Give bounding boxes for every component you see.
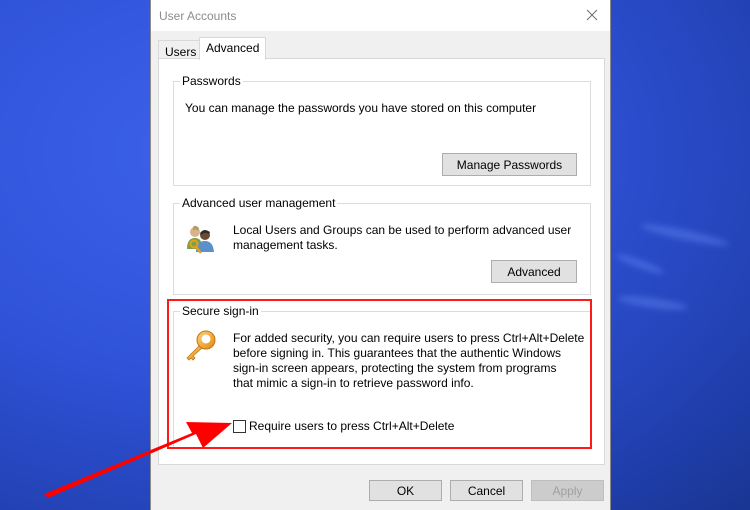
users-key-icon <box>187 225 214 254</box>
secure-signin-title: Secure sign-in <box>180 304 261 318</box>
advanced-user-management-title: Advanced user management <box>180 196 338 210</box>
advanced-user-management-group: Advanced user management Local Users and… <box>173 196 591 295</box>
apply-button: Apply <box>531 480 604 501</box>
secure-signin-description-line1: For added security, you can require user… <box>233 331 585 345</box>
tab-users[interactable]: Users <box>158 40 204 59</box>
user-accounts-dialog: User Accounts Users Advanced Passwords Y… <box>150 0 611 510</box>
passwords-description: You can manage the passwords you have st… <box>185 101 537 115</box>
title-bar[interactable]: User Accounts <box>151 0 610 31</box>
require-ctrl-alt-delete-label[interactable]: Require users to press Ctrl+Alt+Delete <box>249 419 454 434</box>
advanced-button[interactable]: Advanced <box>491 260 577 283</box>
advanced-tab-panel: Passwords You can manage the passwords y… <box>158 58 605 465</box>
close-icon <box>586 9 598 21</box>
wallpaper-streak <box>615 251 665 277</box>
require-ctrl-alt-delete-checkbox[interactable] <box>233 420 246 433</box>
secure-signin-description-line4: that mimic a sign-in to retrieve passwor… <box>233 376 474 390</box>
advanced-user-management-description-line1: Local Users and Groups can be used to pe… <box>233 223 572 237</box>
secure-signin-group: Secure sign-in For added security, you c… <box>173 304 591 448</box>
window-title: User Accounts <box>159 9 237 23</box>
manage-passwords-button[interactable]: Manage Passwords <box>442 153 577 176</box>
secure-signin-description-line2: before signing in. This guarantees that … <box>233 346 561 360</box>
cancel-button[interactable]: Cancel <box>450 480 523 501</box>
advanced-user-management-description-line2: management tasks. <box>233 238 338 252</box>
wallpaper-streak <box>639 220 731 250</box>
secure-signin-description-line3: sign-in screen appears, protecting the s… <box>233 361 557 375</box>
passwords-group: Passwords You can manage the passwords y… <box>173 74 591 186</box>
passwords-group-title: Passwords <box>180 74 243 88</box>
close-button[interactable] <box>582 5 602 25</box>
tab-advanced[interactable]: Advanced <box>199 37 267 60</box>
key-icon <box>186 330 216 361</box>
ok-button[interactable]: OK <box>369 480 442 501</box>
wallpaper-streak <box>617 293 689 313</box>
